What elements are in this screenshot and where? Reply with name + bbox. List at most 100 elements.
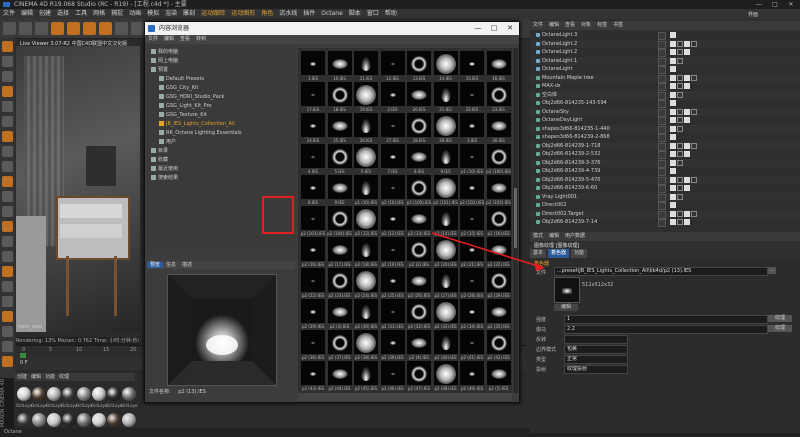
menu-18[interactable]: 窗口 — [364, 9, 382, 19]
ies-thumbnail[interactable] — [486, 268, 511, 292]
ies-thumbnail[interactable] — [301, 361, 325, 385]
ies-thumbnail[interactable] — [301, 144, 325, 168]
tag-icon[interactable] — [670, 219, 676, 225]
left-tool-icon[interactable] — [2, 281, 13, 292]
ies-thumbnail[interactable] — [486, 330, 511, 354]
object-row[interactable]: OctaneLight.2 — [530, 39, 800, 49]
ies-thumbnail[interactable] — [460, 361, 484, 385]
menu-1[interactable]: 编辑 — [18, 9, 36, 19]
ies-thumbnail[interactable] — [380, 175, 405, 199]
ies-thumbnail[interactable] — [380, 206, 405, 230]
menu-8[interactable]: 模拟 — [144, 9, 162, 19]
ies-thumbnail[interactable] — [433, 237, 458, 261]
menu-9[interactable]: 渲染 — [162, 9, 180, 19]
object-row[interactable]: Obj2d66-814239-1-718 — [530, 141, 800, 151]
ies-thumbnail[interactable] — [380, 51, 405, 75]
attribute-field[interactable]: 2.2 — [564, 325, 768, 334]
object-manager-menu-item[interactable]: 对象 — [578, 22, 594, 28]
preview-tab[interactable]: 描述 — [179, 262, 195, 268]
object-row[interactable]: Obj2d66-814239-6-60 — [530, 184, 800, 193]
tree-item[interactable]: GSG_Texture_Kit — [159, 111, 207, 120]
left-tool-icon[interactable] — [2, 191, 13, 202]
ies-thumbnail[interactable] — [407, 144, 431, 168]
left-tool-icon[interactable] — [2, 341, 13, 352]
tag-icon[interactable] — [670, 159, 676, 166]
ies-thumbnail[interactable] — [354, 361, 378, 385]
toolbar-tool-icon[interactable] — [83, 22, 96, 35]
ies-thumbnail[interactable] — [354, 299, 378, 323]
left-tool-icon[interactable] — [2, 146, 13, 157]
toolbar-tool-icon[interactable] — [67, 22, 80, 35]
attribute-menu-item[interactable]: 模式 — [530, 233, 546, 239]
ies-thumbnail[interactable] — [433, 51, 458, 75]
tag-icon[interactable] — [670, 57, 676, 64]
object-row[interactable]: 空白体 — [530, 90, 800, 100]
tag-icon[interactable] — [691, 142, 697, 149]
menu-6[interactable]: 捕捉 — [108, 9, 126, 19]
tag-icon[interactable] — [691, 176, 697, 183]
object-row[interactable]: Obj2d66-814239-4-739 — [530, 167, 800, 176]
tag-icon[interactable] — [684, 142, 690, 149]
tag-icon[interactable] — [684, 74, 690, 81]
ies-thumbnail[interactable] — [486, 82, 511, 106]
left-tool-icon[interactable] — [2, 131, 13, 142]
tag-icon[interactable] — [684, 49, 690, 55]
tag-icon[interactable] — [677, 142, 683, 149]
ies-thumbnail[interactable] — [301, 237, 325, 261]
left-tool-icon[interactable] — [2, 296, 13, 307]
tree-item[interactable]: 网上电脑 — [151, 57, 178, 66]
object-row[interactable]: Obj2d66-814235-143-594 — [530, 99, 800, 108]
preview-tab[interactable]: 信息 — [163, 262, 179, 268]
object-row[interactable]: Obj2d66-814239-2-532 — [530, 150, 800, 159]
dialog-menu-item[interactable]: 查看 — [177, 36, 193, 42]
ies-thumbnail[interactable] — [407, 361, 431, 385]
tree-item[interactable]: GSG_City_Kit — [159, 84, 198, 93]
ies-thumbnail[interactable] — [407, 51, 431, 75]
material-swatch[interactable] — [107, 413, 121, 427]
left-tool-icon[interactable] — [2, 356, 13, 367]
object-row[interactable]: OctaneLight.3 — [530, 31, 800, 40]
tag-icon[interactable] — [670, 100, 676, 106]
material-swatch[interactable] — [47, 413, 61, 427]
tag-icon[interactable] — [677, 176, 683, 183]
left-tool-icon[interactable] — [2, 86, 13, 97]
ies-thumbnail[interactable] — [301, 268, 325, 292]
ies-thumbnail[interactable] — [433, 82, 458, 106]
tag-icon[interactable] — [670, 151, 676, 157]
minimize-button[interactable]: — — [752, 0, 766, 9]
ies-thumbnail[interactable] — [301, 113, 325, 137]
tag-icon[interactable] — [677, 49, 683, 55]
tree-item[interactable]: RK_Octane Lighting Essentials — [159, 129, 242, 138]
grid-scrollbar[interactable] — [513, 48, 518, 393]
tag-icon[interactable] — [684, 176, 690, 183]
tree-item[interactable]: GSG_Light_Kit_Pro — [159, 102, 211, 111]
ies-thumbnail[interactable] — [460, 206, 484, 230]
tag-icon[interactable] — [684, 83, 690, 89]
ies-thumbnail[interactable] — [460, 51, 484, 75]
attribute-field[interactable]: 包裹 — [564, 345, 628, 354]
left-tool-icon[interactable] — [2, 176, 13, 187]
dialog-close-button[interactable]: ✕ — [503, 22, 517, 35]
ies-thumbnail[interactable] — [327, 113, 352, 137]
ies-thumbnail[interactable] — [327, 361, 352, 385]
ies-thumbnail[interactable] — [433, 330, 458, 354]
dialog-menu-item[interactable]: 文件 — [145, 36, 161, 42]
ies-thumbnail[interactable] — [407, 113, 431, 137]
tag-icon[interactable] — [670, 108, 676, 115]
ies-thumbnail[interactable] — [407, 206, 431, 230]
material-swatch[interactable] — [17, 387, 31, 401]
object-row[interactable]: Obj2d66-814239-3-376 — [530, 158, 800, 168]
tag-icon[interactable] — [670, 32, 676, 38]
tag-icon[interactable] — [684, 40, 690, 47]
object-row[interactable]: Obj2d66-814239-7-14 — [530, 218, 800, 227]
file-path-field[interactable]: ...preset\JB_IES_Lights_Collection_All\l… — [554, 267, 768, 276]
menu-5[interactable]: 网格 — [90, 9, 108, 19]
ies-thumbnail[interactable] — [380, 82, 405, 106]
ies-thumbnail[interactable] — [460, 268, 484, 292]
material-swatch[interactable] — [122, 387, 136, 401]
menu-2[interactable]: 创建 — [36, 9, 54, 19]
attribute-menu-item[interactable]: 编辑 — [546, 233, 562, 239]
tag-icon[interactable] — [677, 185, 683, 191]
layout-label[interactable]: 界面 — [748, 11, 758, 18]
ies-thumbnail[interactable] — [433, 268, 458, 292]
